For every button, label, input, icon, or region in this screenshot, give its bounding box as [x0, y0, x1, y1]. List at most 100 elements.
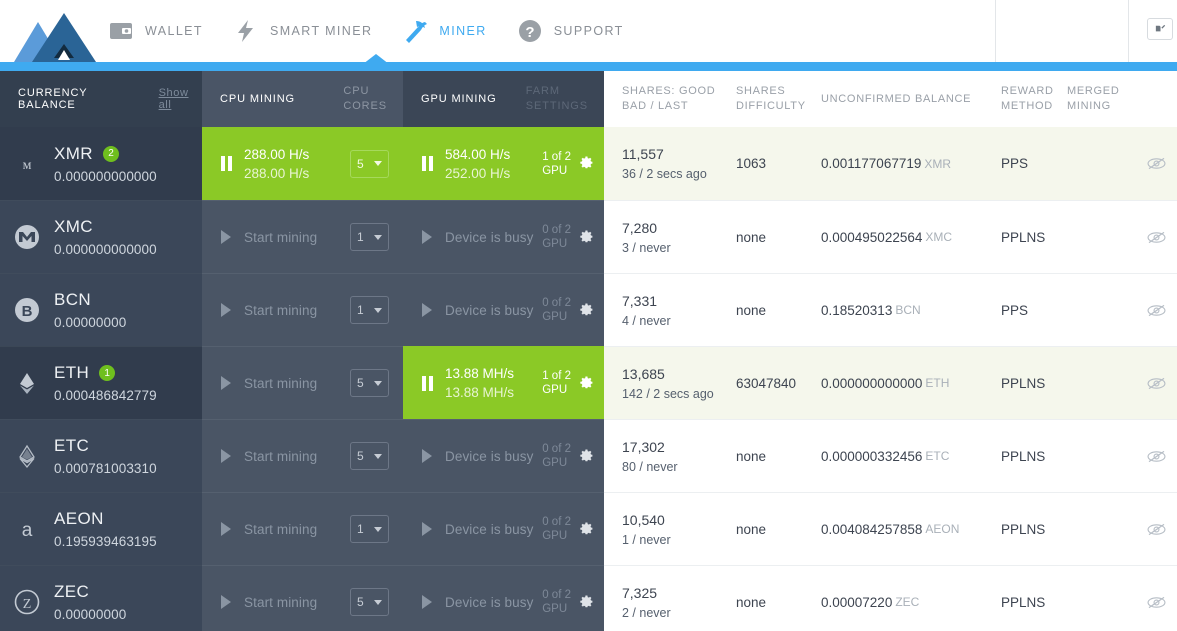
header-merged-line2: MINING — [1067, 100, 1111, 112]
cpu-mining-cell[interactable]: Start mining 1 — [202, 492, 403, 565]
table-row[interactable]: XMC 0.000000000000 Start mining 1 Device is … — [0, 200, 1177, 273]
hide-currency-button[interactable] — [1135, 420, 1177, 492]
cpu-rate-current: 288.00 H/s — [244, 146, 310, 162]
play-button[interactable] — [417, 446, 437, 466]
shares-good: 7,325 — [622, 584, 658, 601]
header-difficulty: SHARES DIFFICULTY — [736, 71, 821, 127]
currency-cell[interactable]: XMR 2 0.000000000000 — [0, 127, 202, 200]
chevron-down-icon — [374, 380, 382, 386]
table-row[interactable]: BCN 0.00000000 Start mining 1 Device is busy… — [0, 273, 1177, 346]
shares-cell: 13,685 142 / 2 secs ago — [604, 347, 736, 419]
cpu-mining-cell[interactable]: Start mining 1 — [202, 200, 403, 273]
gpu-mining-cell[interactable]: 13.88 MH/s 13.88 MH/s 1 of 2 GPU — [403, 346, 604, 419]
show-all-link[interactable]: Show all — [159, 87, 202, 111]
unconfirmed-balance-value: 0.004084257858 — [821, 521, 923, 537]
minimize-button[interactable] — [1147, 18, 1173, 40]
hide-currency-button[interactable] — [1135, 347, 1177, 419]
cpu-mining-cell[interactable]: Start mining 1 — [202, 273, 403, 346]
play-button[interactable] — [417, 227, 437, 247]
gear-icon[interactable] — [578, 373, 594, 394]
cpu-mining-cell[interactable]: 288.00 H/s 288.00 H/s 5 — [202, 127, 403, 200]
table-row[interactable]: AEON 0.195939463195 Start mining 1 Device is… — [0, 492, 1177, 565]
hide-currency-button[interactable] — [1135, 274, 1177, 346]
gpu-mining-cell[interactable]: Device is busy 0 of 2 GPU — [403, 200, 604, 273]
play-button[interactable] — [216, 300, 236, 320]
cpu-cores-select[interactable]: 5 — [350, 369, 389, 397]
play-button[interactable] — [216, 592, 236, 612]
gear-icon[interactable] — [578, 300, 594, 321]
cpu-cores-select[interactable]: 1 — [350, 296, 389, 324]
cpu-cores-select[interactable]: 5 — [350, 588, 389, 616]
gpu-rate-average: 13.88 MH/s — [445, 385, 515, 400]
gear-icon[interactable] — [578, 227, 594, 248]
currency-cell[interactable]: XMC 0.000000000000 — [0, 200, 202, 273]
pause-button[interactable] — [417, 154, 437, 174]
cpu-mining-cell[interactable]: Start mining 5 — [202, 565, 403, 631]
unconfirmed-balance-value: 0.001177067719 — [821, 156, 922, 171]
play-button[interactable] — [417, 300, 437, 320]
play-button[interactable] — [216, 373, 236, 393]
gpu-rate-average: 252.00 H/s — [445, 165, 511, 181]
unconfirmed-balance-cell: 0.00007220 ZEC — [821, 566, 1001, 631]
play-button[interactable] — [216, 227, 236, 247]
nav-item-wallet[interactable]: WALLET — [108, 0, 203, 62]
cpu-cores-value: 1 — [357, 522, 364, 536]
pause-button[interactable] — [216, 154, 236, 174]
gpu-device-count-line1: 1 of 2 — [542, 370, 571, 382]
top-navigation-bar: WALLET SMART MINER MINER ? SUPPORT — [0, 0, 1177, 62]
gpu-device-count-line1: 0 of 2 — [542, 589, 571, 601]
hide-currency-button[interactable] — [1135, 201, 1177, 273]
gear-icon[interactable] — [578, 446, 594, 467]
currency-cell[interactable]: ZEC 0.00000000 — [0, 565, 202, 631]
gpu-mining-cell[interactable]: Device is busy 0 of 2 GPU — [403, 492, 604, 565]
gpu-mining-cell[interactable]: Device is busy 0 of 2 GPU — [403, 565, 604, 631]
shares-bad-last: 80 / never — [622, 459, 678, 474]
cpu-cores-select[interactable]: 5 — [350, 149, 389, 178]
mountain-logo — [8, 8, 100, 62]
cpu-cores-select[interactable]: 1 — [350, 223, 389, 251]
currency-cell[interactable]: ETC 0.000781003310 — [0, 419, 202, 492]
hide-currency-button[interactable] — [1135, 493, 1177, 565]
table-row[interactable]: XMR 2 0.000000000000 288.00 H/s 288.00 H/s 5 5… — [0, 127, 1177, 200]
gear-icon[interactable] — [578, 592, 594, 613]
table-header-row: CURRENCY BALANCE Show all CPU MINING CPU… — [0, 71, 1177, 127]
header-difficulty-line2: DIFFICULTY — [736, 100, 806, 112]
cpu-mining-cell[interactable]: Start mining 5 — [202, 346, 403, 419]
play-button[interactable] — [417, 592, 437, 612]
play-button[interactable] — [216, 519, 236, 539]
shares-good: 17,302 — [622, 438, 665, 455]
unconfirmed-balance-unit: XMC — [925, 230, 953, 244]
status-badge: 1 — [99, 365, 116, 381]
nav-item-miner[interactable]: MINER — [402, 0, 486, 62]
currency-cell[interactable]: ETH 1 0.000486842779 — [0, 346, 202, 419]
play-button[interactable] — [417, 519, 437, 539]
currency-cell[interactable]: AEON 0.195939463195 — [0, 492, 202, 565]
nav-item-support[interactable]: ? SUPPORT — [517, 0, 624, 62]
cpu-mining-cell[interactable]: Start mining 5 — [202, 419, 403, 492]
gpu-mining-cell[interactable]: Device is busy 0 of 2 GPU — [403, 419, 604, 492]
shares-difficulty-cell: none — [736, 448, 767, 464]
table-row[interactable]: ETC 0.000781003310 Start mining 5 Device is … — [0, 419, 1177, 492]
cpu-cores-select[interactable]: 5 — [350, 442, 389, 470]
hide-currency-button[interactable] — [1135, 127, 1177, 200]
gpu-mining-cell[interactable]: 584.00 H/s 252.00 H/s 1 of 2 GPU — [403, 127, 604, 200]
gear-icon[interactable] — [578, 519, 594, 540]
table-row[interactable]: ZEC 0.00000000 Start mining 5 Device is busy… — [0, 565, 1177, 631]
cpu-cores-select[interactable]: 1 — [350, 515, 389, 543]
gpu-device-count-line2: GPU — [542, 164, 568, 177]
gpu-mining-cell[interactable]: Device is busy 0 of 2 GPU — [403, 273, 604, 346]
gear-icon[interactable] — [578, 153, 594, 174]
pause-button[interactable] — [417, 373, 437, 393]
hide-currency-button[interactable] — [1135, 566, 1177, 631]
play-button[interactable] — [216, 446, 236, 466]
bcn-icon — [12, 295, 42, 325]
nav-item-smart-miner[interactable]: SMART MINER — [233, 0, 372, 62]
currency-cell[interactable]: BCN 0.00000000 — [0, 273, 202, 346]
cpu-cores-value: 5 — [357, 595, 364, 609]
header-divider-right — [1128, 0, 1129, 62]
xmc-icon — [12, 222, 42, 252]
merged-mining-cell — [1067, 493, 1135, 565]
cpu-start-mining-label: Start mining — [244, 521, 318, 537]
table-row[interactable]: ETH 1 0.000486842779 Start mining 5 13.88 MH/… — [0, 346, 1177, 419]
shares-cell: 11,557 36 / 2 secs ago — [604, 127, 736, 200]
